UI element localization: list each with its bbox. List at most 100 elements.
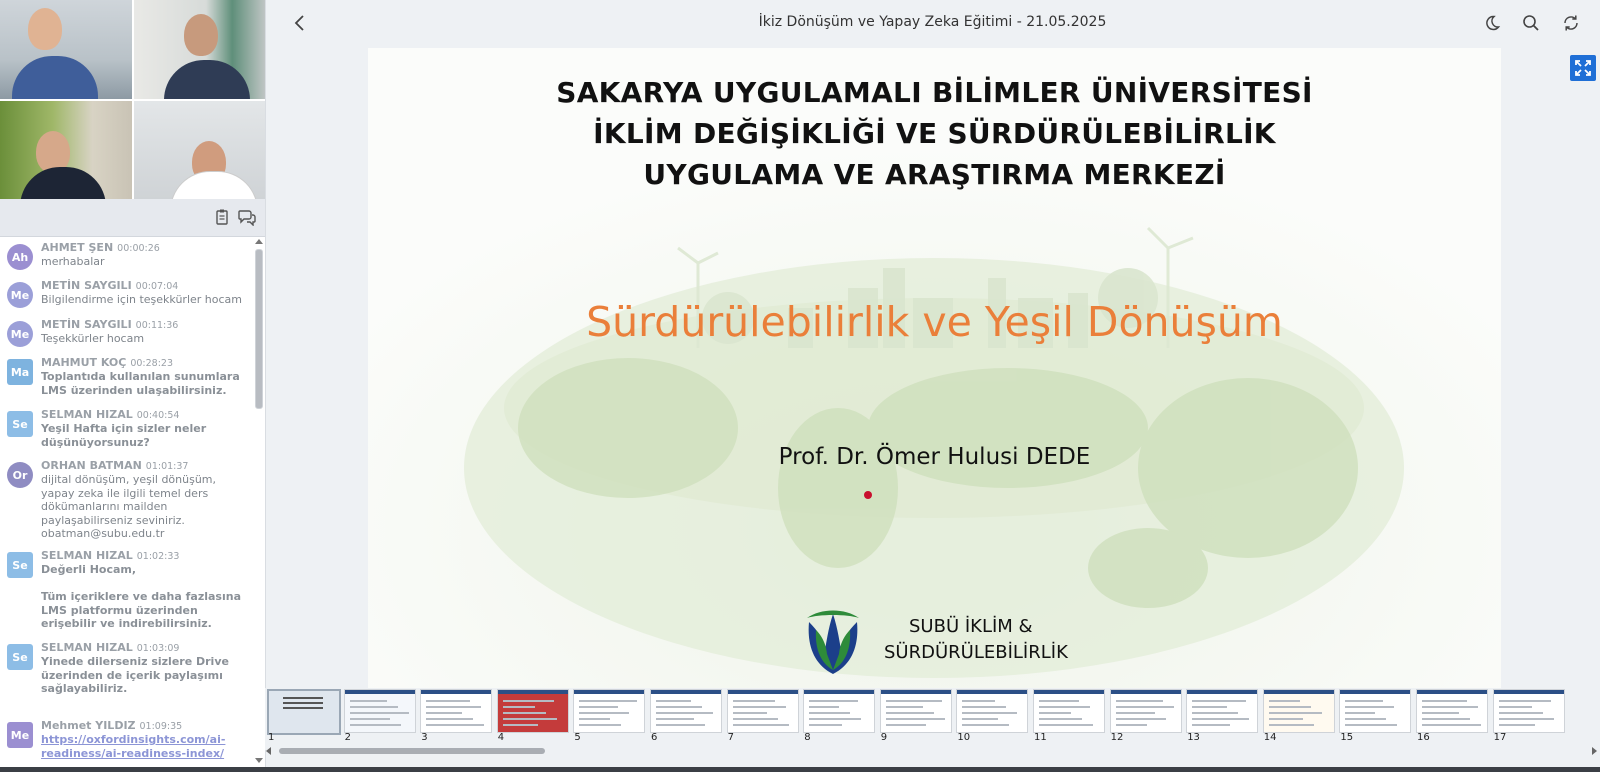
slide-thumbnail[interactable] [879, 689, 952, 733]
thumbnail-text-line [885, 718, 945, 720]
left-panel: Ah AHMET ŞEN 00:00:26 merhabalar Me METİN… [0, 0, 266, 772]
message-link[interactable]: https://oxfordinsights.com/ai-readiness/… [41, 733, 225, 760]
clipboard-icon[interactable] [213, 208, 231, 226]
scroll-thumb[interactable] [255, 249, 263, 409]
thumbnail-text-line [962, 724, 1010, 726]
thumbnail-text-line [962, 706, 1007, 708]
slide-thumbnail[interactable] [803, 689, 876, 733]
refresh-icon[interactable] [1562, 14, 1580, 32]
thumbnail-text-line [502, 706, 535, 708]
avatar: Me [7, 321, 33, 347]
message-text: Yeşil Hafta için sizler neler düşünüyors… [41, 422, 207, 449]
thumbnail-text-line [885, 706, 923, 708]
slide-thumbnail[interactable] [1033, 689, 1105, 733]
thumbnail-header-bar [421, 690, 492, 694]
sender-name: SELMAN HIZAL [41, 408, 133, 421]
thumbnail-text-line [1345, 724, 1398, 726]
thumbnail-text-line [1268, 718, 1303, 720]
thumbnail-text-line [349, 724, 401, 726]
slide-thumbnail[interactable] [1339, 689, 1412, 733]
thumbnail-text-line [1422, 724, 1481, 726]
slide-thumbnail[interactable] [420, 689, 493, 733]
thumbnail-header-bar [1493, 690, 1564, 694]
top-bar: İkiz Dönüşüm ve Yapay Zeka Eğitimi - 21.… [265, 0, 1600, 46]
slide-thumbnail[interactable] [267, 689, 341, 735]
thumbnail-text-line [1192, 700, 1247, 702]
scroll-left-icon[interactable] [265, 747, 273, 755]
thumbnail-text-line [885, 712, 934, 714]
thumbnail-text-line [1115, 706, 1174, 708]
thumbnail-scrollbar[interactable] [265, 745, 1600, 757]
slide-heading-line-2: İKLİM DEĞİŞİKLİĞİ VE SÜRDÜRÜLEBİLİRLİK [593, 117, 1276, 150]
search-icon[interactable] [1522, 14, 1540, 32]
thumbnail-text-line [349, 718, 390, 720]
thumbnail-text-line [579, 712, 630, 714]
slide-thumbnail[interactable] [1109, 689, 1182, 733]
scroll-thumb[interactable] [279, 748, 545, 754]
sender-name: ORHAN BATMAN [41, 459, 142, 472]
thumbnail-text-line [1345, 712, 1376, 714]
thumbnail-text-line [1498, 700, 1551, 702]
thumbnail-number: 10 [957, 732, 971, 743]
slide-thumbnail[interactable] [343, 689, 416, 733]
slide-thumbnail[interactable] [726, 689, 799, 733]
slide-thumbnail[interactable] [1262, 689, 1335, 733]
slide-thumbnail[interactable] [956, 689, 1029, 733]
scroll-up-icon[interactable] [255, 239, 263, 244]
thumbnail-text-line [283, 702, 323, 704]
slide-thumbnail[interactable] [1186, 689, 1259, 733]
thumbnail-text-line [1192, 712, 1239, 714]
thumbnail-text-line [1115, 712, 1155, 714]
scroll-down-icon[interactable] [255, 758, 263, 763]
sender-name: METİN SAYGILI [41, 279, 132, 292]
participant-video-3[interactable] [0, 100, 132, 199]
thumbnail-text-line [1115, 700, 1163, 702]
thumbnail-text-line [1422, 706, 1478, 708]
thumbnail-text-line [1115, 718, 1166, 720]
scroll-right-icon[interactable] [1590, 747, 1598, 755]
thumbnail-number: 7 [727, 732, 734, 743]
avatar: Ah [7, 244, 33, 270]
thumbnail-text-line [885, 700, 942, 702]
thumbnail-text-line [809, 706, 840, 708]
thumbnail-text-line [1039, 700, 1079, 702]
moon-icon[interactable] [1483, 14, 1501, 32]
thumbnail-text-line [962, 700, 996, 702]
fullscreen-button[interactable] [1570, 55, 1596, 81]
thumbnail-header-bar [957, 690, 1028, 694]
thumbnail-text-line [809, 724, 843, 726]
logo-text-line-2: SÜRDÜRÜLEBİLİRLİK [884, 642, 1068, 663]
thumbnail-text-line [1345, 718, 1387, 720]
thumbnail-number: 5 [574, 732, 581, 743]
thumbnail-number: 9 [880, 732, 888, 743]
thumbnail-text-line [656, 712, 713, 714]
avatar: Ma [7, 359, 33, 385]
message-text: Toplantıda kullanılan sunumlara LMS üzer… [41, 370, 240, 397]
thumbnail-number: 6 [651, 732, 658, 743]
chat-bubbles-icon[interactable] [238, 208, 256, 226]
thumbnail-text-line [732, 706, 786, 708]
thumbnail-text-line [732, 724, 789, 726]
slide-thumbnail[interactable] [1416, 689, 1488, 733]
thumbnail-text-line [1345, 706, 1395, 708]
participant-video-4[interactable] [133, 100, 265, 199]
chat-scrollbar[interactable] [253, 237, 263, 767]
message-text: Bilgilendirme için teşekkürler hocam [41, 293, 242, 306]
message-time: 00:11:36 [135, 320, 179, 331]
message-time: 01:09:35 [139, 721, 183, 732]
avatar: Se [7, 552, 33, 578]
thumbnail-text-line [962, 712, 1018, 714]
logo-text-line-1: SUBÜ İKLİM & [909, 616, 1033, 637]
thumbnail-header-bar [497, 690, 568, 694]
participant-video-2[interactable] [133, 0, 265, 99]
slide-thumbnail-strip: 1 2 3 4 5 6 7 8 9 10 11 12 13 14 15 16 17 [265, 688, 1600, 750]
slide-thumbnail[interactable] [1492, 689, 1565, 733]
slide-thumbnail[interactable] [573, 689, 646, 733]
thumbnail-header-bar [344, 690, 415, 694]
thumbnail-text-line [656, 718, 694, 720]
thumbnail-text-line [426, 712, 463, 714]
slide-thumbnail[interactable] [650, 689, 722, 733]
slide-thumbnail[interactable] [496, 689, 569, 733]
sender-name: METİN SAYGILI [41, 318, 132, 331]
participant-video-1[interactable] [0, 0, 132, 99]
